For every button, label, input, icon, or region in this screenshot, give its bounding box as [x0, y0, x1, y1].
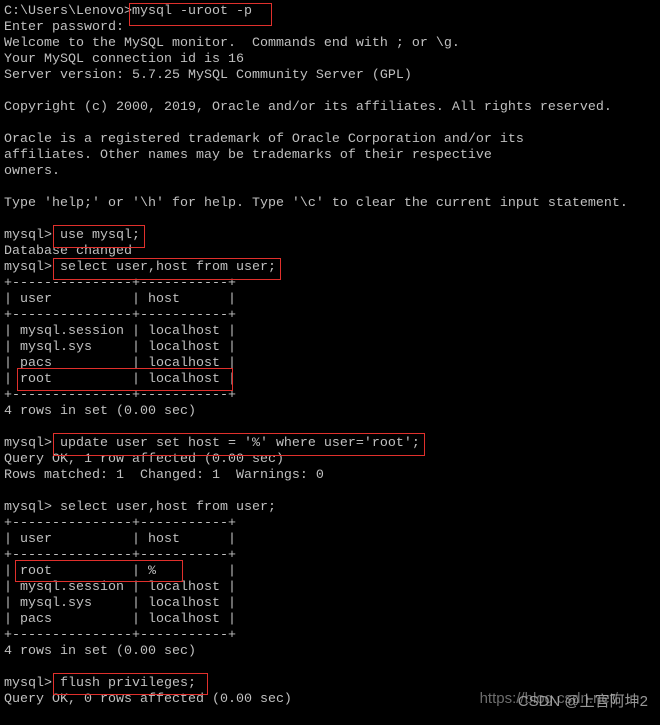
output-line: | mysql.session | localhost | — [4, 324, 236, 339]
output-line: Database changed — [4, 244, 132, 259]
output-line: owners. — [4, 164, 60, 179]
output-line: | user | host | — [4, 532, 236, 547]
output-line: +---------------+-----------+ — [4, 276, 236, 291]
output-line: Your MySQL connection id is 16 — [4, 52, 244, 67]
command-line: mysql> update user set host = '%' where … — [4, 436, 420, 451]
output-line: | root | % | — [4, 564, 236, 579]
output-line: 4 rows in set (0.00 sec) — [4, 404, 196, 419]
output-line: | mysql.sys | localhost | — [4, 340, 236, 355]
output-line: Enter password: — [4, 20, 124, 35]
output-line: | mysql.session | localhost | — [4, 580, 236, 595]
output-line: | mysql.sys | localhost | — [4, 596, 236, 611]
command-line: mysql> select user,host from user; — [4, 500, 276, 515]
output-line: +---------------+-----------+ — [4, 548, 236, 563]
output-line: Welcome to the MySQL monitor. Commands e… — [4, 36, 460, 51]
output-line: 4 rows in set (0.00 sec) — [4, 644, 196, 659]
output-line: | pacs | localhost | — [4, 356, 236, 371]
output-line: Rows matched: 1 Changed: 1 Warnings: 0 — [4, 468, 324, 483]
output-line: +---------------+-----------+ — [4, 628, 236, 643]
output-line: +---------------+-----------+ — [4, 308, 236, 323]
output-line: +---------------+-----------+ — [4, 516, 236, 531]
output-line: +---------------+-----------+ — [4, 388, 236, 403]
command-line: mysql> select user,host from user; — [4, 260, 276, 275]
output-line: | user | host | — [4, 292, 236, 307]
output-line: | root | localhost | — [4, 372, 236, 387]
output-line: Copyright (c) 2000, 2019, Oracle and/or … — [4, 100, 612, 115]
command-line: mysql> use mysql; — [4, 228, 140, 243]
watermark-url: https://blog.csdn.net/ — [479, 690, 618, 707]
watermark: https://blog.csdn.net/ CSDN @上官阿坤2 — [480, 690, 648, 711]
output-line: Oracle is a registered trademark of Orac… — [4, 132, 524, 147]
output-line: affiliates. Other names may be trademark… — [4, 148, 492, 163]
output-line: Server version: 5.7.25 MySQL Community S… — [4, 68, 412, 83]
output-line: | pacs | localhost | — [4, 612, 236, 627]
output-line: Type 'help;' or '\h' for help. Type '\c'… — [4, 196, 628, 211]
output-line: Query OK, 1 row affected (0.00 sec) — [4, 452, 284, 467]
command-line: C:\Users\Lenovo>mysql -uroot -p — [4, 4, 252, 19]
terminal-output[interactable]: C:\Users\Lenovo>mysql -uroot -p Enter pas… — [4, 4, 628, 708]
